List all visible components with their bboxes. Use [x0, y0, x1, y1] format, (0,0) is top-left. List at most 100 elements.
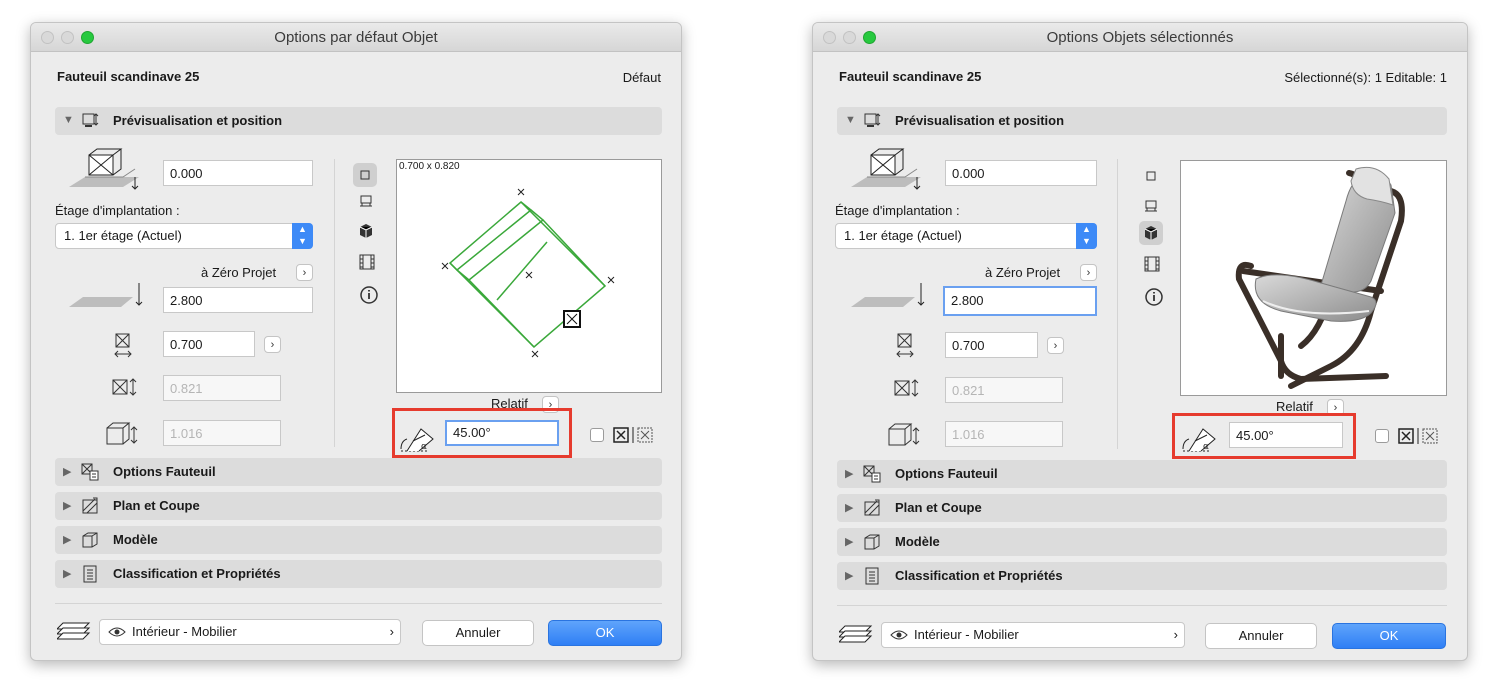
section-model[interactable]: ▶ Modèle [55, 526, 662, 554]
section-label: Modèle [113, 532, 158, 547]
info-icon [360, 286, 378, 304]
plan-preview-canvas[interactable]: 0.700 x 0.820 [396, 159, 662, 393]
section-preview-position[interactable]: ▼ Prévisualisation et position [837, 107, 1447, 135]
link-dimensions-button[interactable]: › [1047, 337, 1064, 354]
section-plan-section[interactable]: ▶ Plan et Coupe [837, 494, 1447, 522]
preview-dimensions: 0.700 x 0.820 [399, 161, 460, 172]
preview-info-button[interactable] [1144, 287, 1164, 307]
elevation-field[interactable]: 0.000 [163, 160, 313, 186]
disclosure-right-icon: ▶ [63, 534, 72, 546]
section-chair-options[interactable]: ▶ Options Fauteuil [55, 458, 662, 486]
preview-list-button[interactable] [358, 253, 376, 271]
column-divider [334, 159, 335, 447]
chevron-right-icon: › [1173, 627, 1178, 642]
cancel-button[interactable]: Annuler [422, 620, 534, 646]
depth-icon [112, 378, 137, 396]
square-icon [360, 170, 370, 180]
section-plan-section[interactable]: ▶ Plan et Coupe [55, 492, 662, 520]
elevation-field[interactable]: 0.000 [945, 160, 1097, 186]
height-reference-icon [69, 283, 143, 307]
layers-icon [839, 625, 873, 643]
layer-select[interactable]: Intérieur - Mobilier › [881, 622, 1185, 648]
width-field[interactable]: 0.700 [945, 332, 1038, 358]
footer-divider [55, 603, 662, 604]
preview-2d-button[interactable] [353, 163, 377, 187]
section-label: Modèle [895, 534, 940, 549]
size-3d-icon [888, 423, 920, 446]
side-view-icon [360, 195, 372, 207]
elevation-icon [851, 148, 921, 190]
section-classification[interactable]: ▶ Classification et Propriétés [55, 560, 662, 588]
floor-plan-icon [82, 497, 98, 514]
elevation-icon [69, 148, 139, 190]
preview-3d-button[interactable] [1139, 221, 1163, 245]
size-3d-field: 1.016 [163, 420, 281, 446]
highlight-frame [1172, 413, 1356, 459]
preview-elevation-button[interactable] [1143, 198, 1159, 214]
object-name: Fauteuil scandinave 25 [57, 69, 200, 84]
link-dimensions-button[interactable]: › [264, 336, 281, 353]
preview-info-button[interactable] [359, 285, 379, 305]
story-select-value: 1. 1er étage (Actuel) [844, 228, 962, 243]
section-preview-position[interactable]: ▼ Prévisualisation et position [55, 107, 662, 135]
preview-position-icon [82, 113, 99, 127]
section-label: Plan et Coupe [113, 498, 200, 513]
floor-plan-icon [864, 499, 880, 516]
story-label: Étage d'implantation : [55, 203, 180, 218]
section-label: Prévisualisation et position [113, 113, 283, 128]
model-cube-icon [82, 532, 98, 548]
disclosure-right-icon: ▶ [63, 466, 72, 478]
width-field[interactable]: 0.700 [163, 331, 255, 357]
3d-preview-canvas[interactable] [1180, 160, 1447, 396]
layer-select[interactable]: Intérieur - Mobilier › [99, 619, 401, 645]
preview-list-button[interactable] [1143, 255, 1161, 273]
story-select[interactable]: 1. 1er étage (Actuel) ▲ ▼ [835, 223, 1097, 249]
disclosure-right-icon: ▶ [63, 568, 72, 580]
mirror-icon[interactable] [1398, 427, 1442, 445]
height-field[interactable]: 2.800 [163, 287, 313, 313]
depth-field: 0.821 [163, 375, 281, 401]
disclosure-right-icon: ▶ [845, 536, 854, 548]
disclosure-right-icon: ▶ [845, 468, 854, 480]
chevron-right-icon: › [302, 267, 307, 279]
section-model[interactable]: ▶ Modèle [837, 528, 1447, 556]
ok-button[interactable]: OK [1332, 623, 1446, 649]
title-bar[interactable]: Options Objets sélectionnés [813, 23, 1467, 52]
preview-elevation-button[interactable] [358, 193, 374, 209]
footer-divider [837, 605, 1447, 606]
parameters-icon [863, 465, 881, 483]
preview-3d-button[interactable] [358, 223, 374, 239]
disclosure-down-icon: ▼ [845, 114, 856, 126]
reference-menu-button[interactable]: › [1080, 264, 1097, 281]
mirror-checkbox[interactable] [590, 428, 604, 442]
height-field[interactable]: 2.800 [943, 286, 1097, 316]
disclosure-right-icon: ▶ [845, 570, 854, 582]
section-label: Classification et Propriétés [895, 568, 1063, 583]
cube-icon [359, 224, 373, 238]
section-label: Options Fauteuil [895, 466, 998, 481]
size-3d-field: 1.016 [945, 421, 1063, 447]
reference-menu-button[interactable]: › [296, 264, 313, 281]
cancel-button[interactable]: Annuler [1205, 623, 1317, 649]
title-bar[interactable]: Options par défaut Objet [31, 23, 681, 52]
mirror-checkbox[interactable] [1375, 429, 1389, 443]
preview-2d-button[interactable] [1143, 168, 1159, 184]
select-stepper-icon: ▲ ▼ [292, 223, 313, 249]
section-chair-options[interactable]: ▶ Options Fauteuil [837, 460, 1447, 488]
chair-3d-image [1235, 166, 1405, 389]
section-label: Classification et Propriétés [113, 566, 281, 581]
story-select[interactable]: 1. 1er étage (Actuel) ▲ ▼ [55, 223, 313, 249]
ok-button[interactable]: OK [548, 620, 662, 646]
height-reference-icon [851, 283, 925, 307]
plan-symbol [441, 188, 615, 358]
chevron-right-icon: › [1053, 340, 1058, 352]
parameters-icon [81, 463, 99, 481]
mirror-icon[interactable] [613, 426, 657, 444]
document-icon [83, 565, 97, 583]
default-options-dialog: Options par défaut Objet Fauteuil scandi… [30, 22, 682, 661]
section-label: Prévisualisation et position [895, 113, 1065, 128]
disclosure-down-icon: ▼ [63, 114, 74, 126]
section-classification[interactable]: ▶ Classification et Propriétés [837, 562, 1447, 590]
side-view-icon [1145, 200, 1157, 212]
layer-select-value: Intérieur - Mobilier [132, 624, 237, 639]
